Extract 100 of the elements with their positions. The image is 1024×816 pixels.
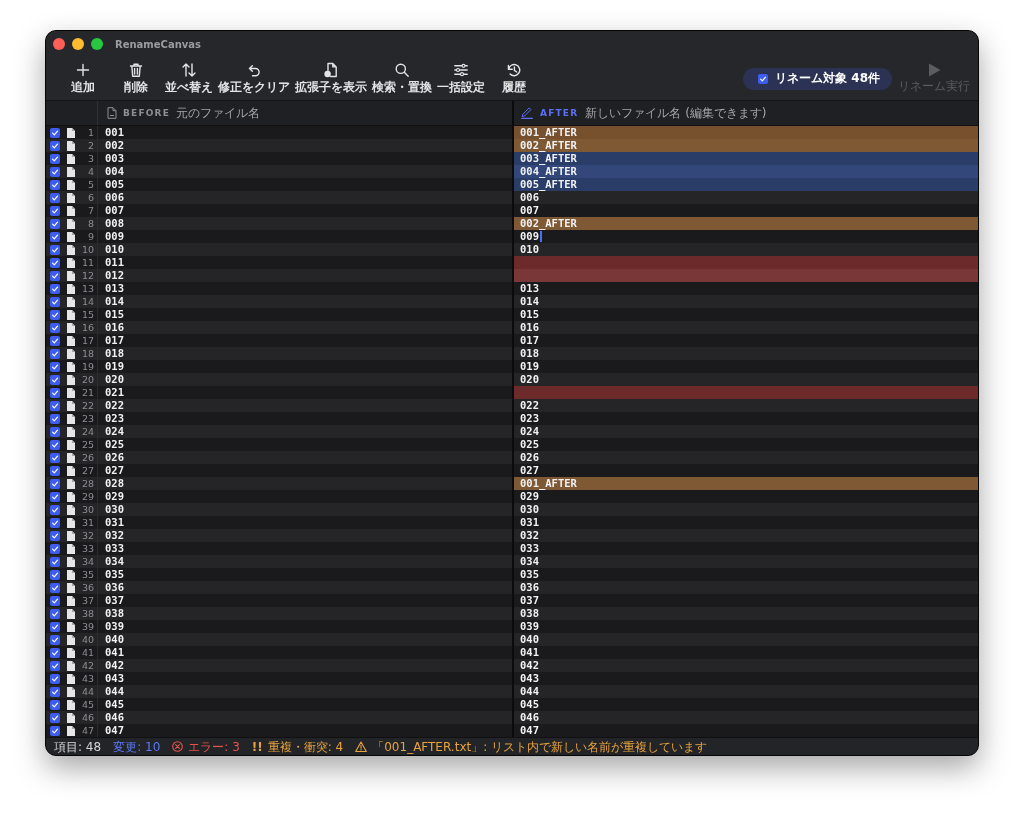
minimize-button[interactable] <box>72 38 84 50</box>
row-checkbox[interactable] <box>50 725 60 736</box>
file-row[interactable]: 22 022 <box>46 399 512 412</box>
new-name-field[interactable]: 019 <box>514 360 978 373</box>
row-checkbox[interactable] <box>50 465 60 476</box>
row-checkbox[interactable] <box>50 218 60 229</box>
file-row[interactable]: 8 008 <box>46 217 512 230</box>
row-checkbox[interactable] <box>50 556 60 567</box>
row-checkbox[interactable] <box>50 595 60 606</box>
row-checkbox[interactable] <box>50 270 60 281</box>
file-row[interactable]: 5 005 <box>46 178 512 191</box>
new-name-field[interactable]: 024 <box>514 425 978 438</box>
row-checkbox[interactable] <box>50 179 60 190</box>
row-checkbox[interactable] <box>50 231 60 242</box>
new-name-field[interactable]: 013 <box>514 282 978 295</box>
file-row[interactable]: 33 033 <box>46 542 512 555</box>
row-checkbox[interactable] <box>50 647 60 658</box>
file-row[interactable]: 39 039 <box>46 620 512 633</box>
file-row[interactable]: 1 001 <box>46 126 512 139</box>
toolbar-button[interactable]: 削除 <box>110 62 162 95</box>
new-name-field[interactable]: 037 <box>514 594 978 607</box>
file-row[interactable]: 24 024 <box>46 425 512 438</box>
file-row[interactable]: 19 019 <box>46 360 512 373</box>
row-checkbox[interactable] <box>50 608 60 619</box>
row-checkbox[interactable] <box>50 387 60 398</box>
row-checkbox[interactable] <box>50 634 60 645</box>
row-checkbox[interactable] <box>50 686 60 697</box>
row-checkbox[interactable] <box>50 296 60 307</box>
file-row[interactable]: 38 038 <box>46 607 512 620</box>
new-name-field[interactable]: 020 <box>514 373 978 386</box>
new-name-field[interactable]: 018 <box>514 347 978 360</box>
row-checkbox[interactable] <box>50 712 60 723</box>
row-checkbox[interactable] <box>50 569 60 580</box>
row-checkbox[interactable] <box>50 166 60 177</box>
new-name-field[interactable]: 001_AFTER <box>514 126 978 139</box>
file-row[interactable]: 2 002 <box>46 139 512 152</box>
file-row[interactable]: 26 026 <box>46 451 512 464</box>
row-checkbox[interactable] <box>50 335 60 346</box>
row-checkbox[interactable] <box>50 361 60 372</box>
new-name-field[interactable]: 029 <box>514 490 978 503</box>
new-name-field[interactable]: 004_AFTER <box>514 165 978 178</box>
file-row[interactable]: 29 029 <box>46 490 512 503</box>
file-row[interactable]: 25 025 <box>46 438 512 451</box>
file-row[interactable]: 32 032 <box>46 529 512 542</box>
row-checkbox[interactable] <box>50 413 60 424</box>
row-checkbox[interactable] <box>50 244 60 255</box>
toolbar-button[interactable]: 追加 <box>57 62 109 95</box>
new-name-field[interactable]: 014 <box>514 295 978 308</box>
row-checkbox[interactable] <box>50 621 60 632</box>
new-name-field[interactable]: 030 <box>514 503 978 516</box>
new-name-field[interactable]: 009 <box>514 230 978 243</box>
file-row[interactable]: 13 013 <box>46 282 512 295</box>
file-row[interactable]: 36 036 <box>46 581 512 594</box>
row-checkbox[interactable] <box>50 582 60 593</box>
new-name-field[interactable]: 023 <box>514 412 978 425</box>
row-checkbox[interactable] <box>50 257 60 268</box>
file-row[interactable]: 47 047 <box>46 724 512 737</box>
file-row[interactable]: 43 043 <box>46 672 512 685</box>
row-checkbox[interactable] <box>50 530 60 541</box>
file-row[interactable]: 15 015 <box>46 308 512 321</box>
new-name-field[interactable]: 039 <box>514 620 978 633</box>
row-checkbox[interactable] <box>50 673 60 684</box>
row-checkbox[interactable] <box>50 322 60 333</box>
new-name-field[interactable]: 003_AFTER <box>514 152 978 165</box>
new-name-field[interactable]: 010 <box>514 243 978 256</box>
file-row[interactable]: 34 034 <box>46 555 512 568</box>
file-row[interactable]: 44 044 <box>46 685 512 698</box>
file-row[interactable]: 28 028 <box>46 477 512 490</box>
file-row[interactable]: 41 041 <box>46 646 512 659</box>
new-name-field[interactable] <box>514 256 978 269</box>
new-name-field[interactable]: 031 <box>514 516 978 529</box>
file-row[interactable]: 20 020 <box>46 373 512 386</box>
row-checkbox[interactable] <box>50 374 60 385</box>
file-row[interactable]: 7 007 <box>46 204 512 217</box>
new-name-field[interactable]: 042 <box>514 659 978 672</box>
row-checkbox[interactable] <box>50 517 60 528</box>
new-name-field[interactable] <box>514 386 978 399</box>
file-row[interactable]: 4 004 <box>46 165 512 178</box>
row-checkbox[interactable] <box>50 309 60 320</box>
row-checkbox[interactable] <box>50 348 60 359</box>
file-row[interactable]: 18 018 <box>46 347 512 360</box>
file-row[interactable]: 42 042 <box>46 659 512 672</box>
toolbar-button[interactable]: 拡張子を表示 <box>293 62 369 95</box>
new-name-field[interactable]: 001_AFTER <box>514 477 978 490</box>
checkbox-icon[interactable] <box>758 73 769 84</box>
row-checkbox[interactable] <box>50 504 60 515</box>
file-row[interactable]: 30 030 <box>46 503 512 516</box>
file-row[interactable]: 31 031 <box>46 516 512 529</box>
new-name-field[interactable]: 005_AFTER <box>514 178 978 191</box>
new-name-field[interactable]: 025 <box>514 438 978 451</box>
file-row[interactable]: 27 027 <box>46 464 512 477</box>
new-name-field[interactable]: 046 <box>514 711 978 724</box>
new-name-field[interactable]: 006 <box>514 191 978 204</box>
new-name-field[interactable]: 043 <box>514 672 978 685</box>
new-name-field[interactable]: 045 <box>514 698 978 711</box>
file-row[interactable]: 17 017 <box>46 334 512 347</box>
row-checkbox[interactable] <box>50 400 60 411</box>
file-row[interactable]: 45 045 <box>46 698 512 711</box>
file-row[interactable]: 23 023 <box>46 412 512 425</box>
new-name-field[interactable]: 038 <box>514 607 978 620</box>
